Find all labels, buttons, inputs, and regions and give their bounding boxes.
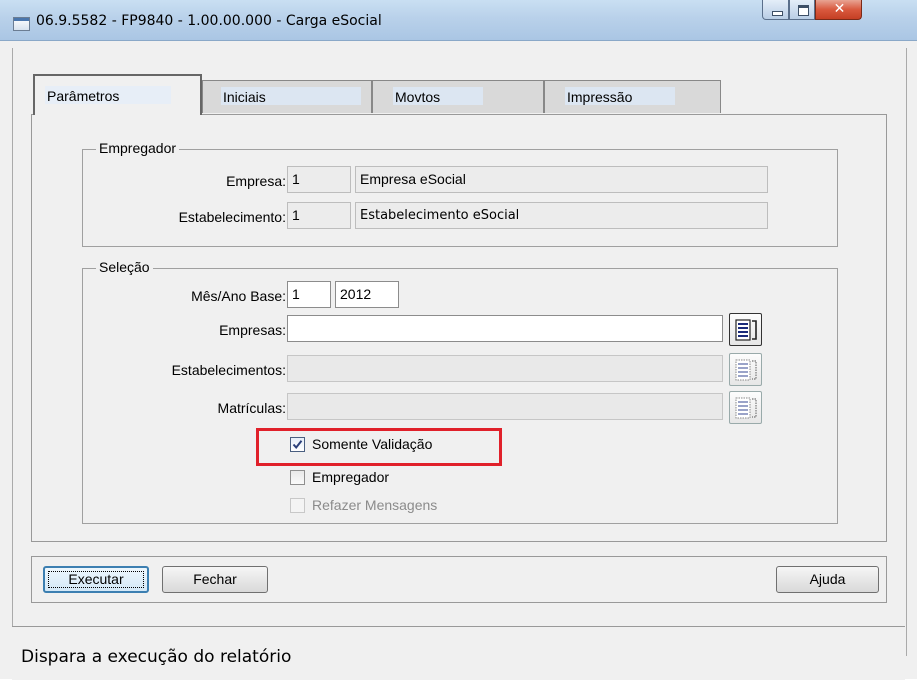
tab-label: Iniciais — [223, 89, 266, 105]
title-bar[interactable]: 06.9.5582 - FP9840 - 1.00.00.000 - Carga… — [0, 0, 917, 41]
tab-movtos[interactable]: Movtos — [372, 80, 544, 113]
fechar-button-label: Fechar — [193, 571, 237, 587]
status-message: Dispara a execução do relatório — [21, 647, 292, 667]
close-icon[interactable]: ✕ — [815, 0, 862, 20]
empregador-checkbox[interactable] — [290, 470, 305, 485]
group-empregador-legend: Empregador — [96, 140, 180, 156]
button-bar — [31, 556, 887, 603]
mes-base-input[interactable]: 1 — [287, 281, 331, 308]
highlight-annotation-box — [256, 428, 502, 466]
group-selecao-legend: Seleção — [96, 259, 153, 275]
zoom-list-icon — [735, 397, 757, 419]
matriculas-input — [287, 393, 723, 420]
empresas-input[interactable] — [287, 315, 723, 342]
estabelecimento-label: Estabelecimento: — [178, 209, 286, 225]
executar-button[interactable]: Executar — [43, 566, 149, 593]
refazer-mensagens-checkbox — [290, 498, 305, 513]
fechar-button[interactable]: Fechar — [162, 566, 268, 593]
empregador-checkbox-label[interactable]: Empregador — [312, 469, 389, 485]
tab-label: Impressão — [567, 89, 633, 105]
matriculas-zoom-button — [729, 391, 762, 424]
matriculas-label: Matrículas: — [217, 400, 286, 416]
window-title: 06.9.5582 - FP9840 - 1.00.00.000 - Carga… — [36, 13, 382, 29]
empresas-zoom-button[interactable] — [729, 313, 762, 346]
maximize-icon[interactable] — [789, 0, 815, 20]
minimize-icon[interactable] — [762, 0, 789, 20]
tab-parametros[interactable]: Parâmetros — [33, 74, 202, 115]
tab-iniciais[interactable]: Iniciais — [202, 80, 372, 113]
empresa-name-field: Empresa eSocial — [355, 166, 768, 193]
refazer-mensagens-label: Refazer Mensagens — [312, 497, 438, 513]
zoom-list-icon — [735, 319, 757, 341]
focus-rectangle — [48, 571, 144, 588]
estabelecimentos-label: Estabelecimentos: — [171, 362, 286, 378]
tab-label: Movtos — [395, 89, 441, 105]
empresa-label: Empresa: — [226, 173, 286, 189]
ajuda-button-label: Ajuda — [809, 571, 846, 587]
application-window: 06.9.5582 - FP9840 - 1.00.00.000 - Carga… — [0, 0, 917, 680]
mes-ano-base-label: Mês/Ano Base: — [191, 288, 286, 304]
estabelecimentos-zoom-button — [729, 353, 762, 386]
window-icon[interactable] — [13, 17, 30, 31]
zoom-list-icon — [735, 359, 757, 381]
tab-impressao[interactable]: Impressão — [544, 80, 721, 113]
tab-label: Parâmetros — [47, 88, 120, 104]
ajuda-button[interactable]: Ajuda — [776, 566, 879, 593]
ano-base-input[interactable]: 2012 — [335, 281, 399, 308]
estabelecimento-code-field: 1 — [287, 202, 351, 229]
group-empregador — [82, 149, 838, 247]
empresas-label: Empresas: — [219, 322, 286, 338]
estabelecimento-name-field: Estabelecimento eSocial — [355, 202, 768, 229]
empresa-code-field: 1 — [287, 166, 351, 193]
estabelecimentos-input — [287, 355, 723, 382]
